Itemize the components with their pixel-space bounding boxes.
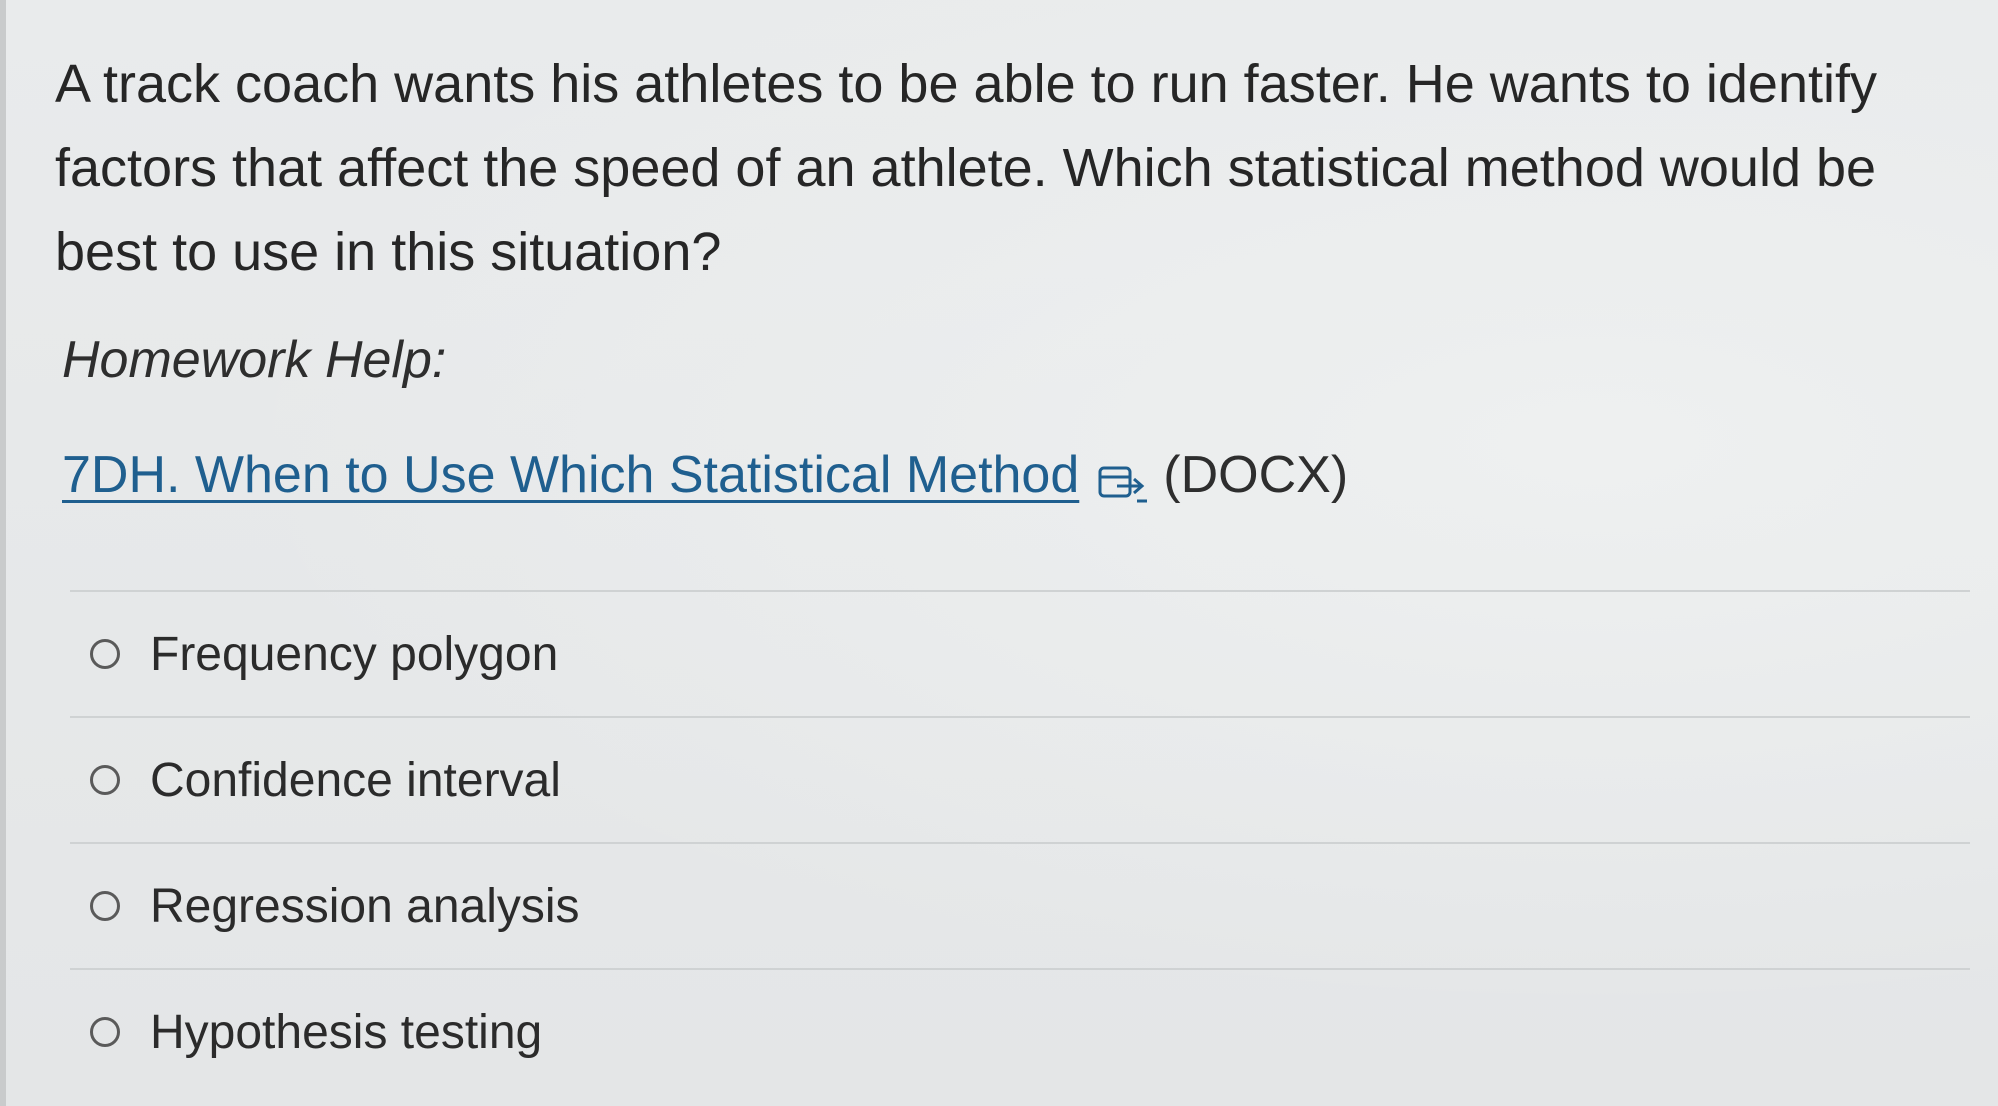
option-label: Regression analysis bbox=[150, 879, 580, 933]
radio-button[interactable] bbox=[90, 891, 120, 921]
page-background: A track coach wants his athletes to be a… bbox=[0, 0, 1998, 1106]
external-link-icon[interactable] bbox=[1097, 457, 1149, 503]
option-label: Hypothesis testing bbox=[150, 1005, 543, 1059]
radio-button[interactable] bbox=[90, 765, 120, 795]
option-label: Frequency polygon bbox=[150, 627, 559, 681]
option-hypothesis-testing[interactable]: Hypothesis testing bbox=[70, 968, 1970, 1094]
answer-options: Frequency polygon Confidence interval Re… bbox=[70, 590, 1970, 1094]
question-text: A track coach wants his athletes to be a… bbox=[55, 54, 1877, 282]
option-regression-analysis[interactable]: Regression analysis bbox=[70, 842, 1970, 968]
homework-help-row: 7DH. When to Use Which Statistical Metho… bbox=[62, 445, 1348, 505]
option-confidence-interval[interactable]: Confidence interval bbox=[70, 716, 1970, 842]
homework-help-label: Homework Help: bbox=[62, 331, 447, 389]
file-type-label: (DOCX) bbox=[1163, 446, 1349, 504]
homework-help-link[interactable]: 7DH. When to Use Which Statistical Metho… bbox=[62, 445, 1079, 505]
left-border bbox=[0, 0, 6, 1106]
radio-button[interactable] bbox=[90, 639, 120, 669]
option-label: Confidence interval bbox=[150, 753, 561, 807]
option-frequency-polygon[interactable]: Frequency polygon bbox=[70, 590, 1970, 716]
radio-button[interactable] bbox=[90, 1017, 120, 1047]
